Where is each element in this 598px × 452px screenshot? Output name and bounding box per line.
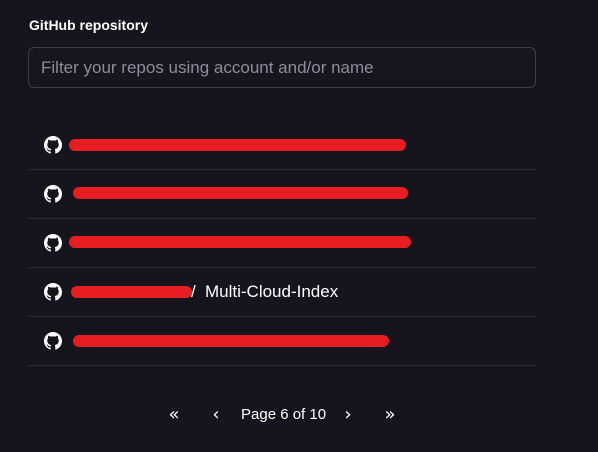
redacted-repo-name [73,335,389,347]
page-indicator: Page 6 of 10 [241,406,327,423]
repo-name: Multi-Cloud-Index [205,282,339,301]
repo-row[interactable] [28,170,536,219]
pagination: « ‹ Page 6 of 10 › » [0,403,598,427]
github-icon [44,185,62,203]
redacted-repo-name [69,236,411,248]
section-title: GitHub repository [29,17,149,33]
github-icon [44,332,62,350]
last-page-icon[interactable]: » [378,403,402,427]
first-page-icon[interactable]: « [162,403,186,427]
github-icon [44,283,62,301]
repo-separator: / [191,282,196,301]
next-page-icon[interactable]: › [336,403,360,427]
redacted-repo-name [69,139,406,151]
repo-filter-input[interactable] [28,47,536,88]
github-icon [44,136,62,154]
repo-row[interactable]: / Multi-Cloud-Index [28,268,536,317]
repo-list: / Multi-Cloud-Index [28,121,536,366]
repo-row[interactable] [28,317,536,366]
prev-page-icon[interactable]: ‹ [204,403,228,427]
github-icon [44,234,62,252]
repo-row[interactable] [28,121,536,170]
github-repository-picker: GitHub repository Filter your repos usin… [0,0,598,452]
redacted-repo-name [73,187,408,199]
repo-row[interactable] [28,219,536,268]
redacted-repo-owner [71,286,192,298]
